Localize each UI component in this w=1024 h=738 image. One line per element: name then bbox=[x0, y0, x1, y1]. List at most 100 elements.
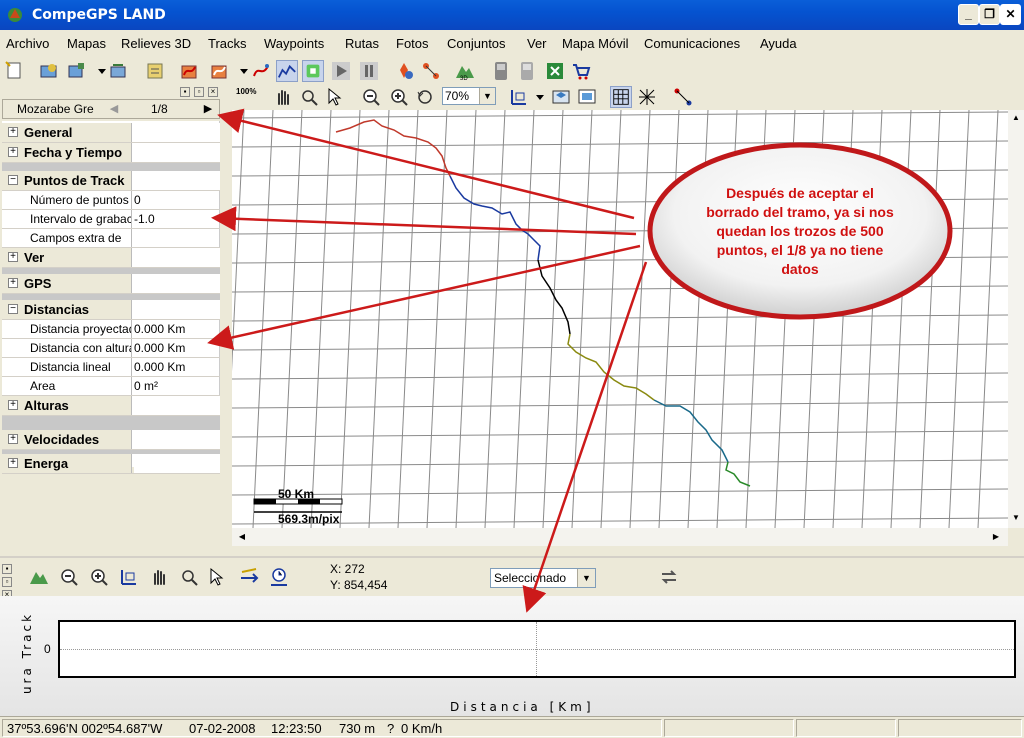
expand-icon[interactable]: + bbox=[8, 434, 18, 444]
menu-ayuda[interactable]: Ayuda bbox=[760, 36, 797, 51]
gps-icon[interactable] bbox=[490, 60, 512, 82]
zoom-out-icon[interactable] bbox=[360, 86, 382, 108]
property-category[interactable]: + Energa bbox=[2, 454, 220, 474]
minimize-button[interactable]: _ bbox=[958, 4, 979, 25]
expand-icon[interactable]: + bbox=[8, 252, 18, 262]
zoom-dropdown-arrow-icon[interactable]: ▼ bbox=[479, 88, 495, 104]
scroll-left-icon[interactable]: ◀ bbox=[234, 529, 250, 545]
selection-mode-select[interactable]: Seleccionado ▼ bbox=[490, 568, 596, 588]
property-value[interactable]: 0.000 Km bbox=[134, 339, 220, 357]
new-file-icon[interactable] bbox=[4, 60, 26, 82]
map-view[interactable]: 50 Km 569.3m/pix bbox=[223, 109, 1009, 554]
menu-fotos[interactable]: Fotos bbox=[396, 36, 429, 51]
property-category[interactable]: − Distancias bbox=[2, 300, 220, 320]
screen-capture-icon[interactable] bbox=[576, 86, 598, 108]
excel-export-icon[interactable] bbox=[544, 60, 566, 82]
play-icon[interactable] bbox=[330, 60, 352, 82]
profile-refresh-icon[interactable] bbox=[658, 566, 680, 588]
profile-3d-icon[interactable] bbox=[28, 566, 50, 588]
zoom-100-button[interactable]: 100% bbox=[236, 86, 258, 108]
expand-icon[interactable]: + bbox=[8, 400, 18, 410]
property-value[interactable]: -1.0 bbox=[134, 210, 220, 228]
gps-transfer-icon[interactable] bbox=[516, 60, 538, 82]
collapse-icon[interactable]: − bbox=[8, 175, 18, 185]
restore-button[interactable]: ❐ bbox=[979, 4, 1000, 25]
map-tools-icon[interactable] bbox=[66, 60, 88, 82]
coordinate-dropdown-icon[interactable] bbox=[530, 86, 552, 108]
profile-select-icon[interactable] bbox=[206, 566, 228, 588]
property-category[interactable]: + General bbox=[2, 123, 220, 143]
menu-archivo[interactable]: Archivo bbox=[6, 36, 49, 51]
profile-pin-icon[interactable]: ▪ bbox=[2, 564, 12, 574]
close-button[interactable]: ✕ bbox=[1000, 4, 1021, 25]
profile-time-icon[interactable] bbox=[268, 566, 290, 588]
expand-icon[interactable]: + bbox=[8, 127, 18, 137]
map-canvas[interactable]: 50 Km 569.3m/pix bbox=[223, 109, 1009, 554]
property-value[interactable]: 0.000 Km bbox=[134, 358, 220, 376]
property-row[interactable]: Intervalo de grabación-1.0 bbox=[2, 210, 220, 229]
map-properties-icon[interactable] bbox=[144, 60, 166, 82]
property-category[interactable]: + Ver bbox=[2, 248, 220, 268]
profile-zoom-out-icon[interactable] bbox=[58, 566, 80, 588]
zoom-in-icon[interactable] bbox=[388, 86, 410, 108]
map-horizontal-scrollbar[interactable]: ◀ ▶ bbox=[232, 528, 1008, 546]
profile-distance-icon[interactable] bbox=[238, 566, 260, 588]
zoom-select[interactable]: 70% ▼ bbox=[442, 87, 496, 105]
property-value[interactable]: 0 m² bbox=[134, 377, 220, 395]
profile-axis-icon[interactable] bbox=[118, 566, 140, 588]
profile-plot-area[interactable] bbox=[58, 620, 1016, 678]
selection-dropdown-arrow-icon[interactable]: ▼ bbox=[577, 569, 595, 587]
track-segment[interactable] bbox=[449, 175, 541, 261]
map-vertical-scrollbar[interactable]: ▲ ▼ bbox=[1008, 110, 1024, 528]
grid-toggle-icon[interactable] bbox=[610, 86, 632, 108]
menu-mapas[interactable]: Mapas bbox=[67, 36, 106, 51]
property-category[interactable]: − Puntos de Track bbox=[2, 171, 220, 191]
panel-close-icon[interactable]: × bbox=[208, 87, 218, 97]
track-new-icon[interactable] bbox=[208, 60, 230, 82]
utm-grid-icon[interactable] bbox=[636, 86, 658, 108]
menu-conjuntos[interactable]: Conjuntos bbox=[447, 36, 506, 51]
property-row[interactable]: Area 0 m² bbox=[2, 377, 220, 396]
property-category[interactable]: + Alturas bbox=[2, 396, 220, 416]
record-stop-icon[interactable] bbox=[302, 60, 324, 82]
expand-icon[interactable]: + bbox=[8, 147, 18, 157]
track-prev-button[interactable]: ◀ bbox=[105, 101, 123, 117]
track-next-button[interactable]: ▶ bbox=[199, 101, 217, 117]
track-segment[interactable] bbox=[537, 259, 571, 335]
measure-distance-icon[interactable] bbox=[672, 86, 694, 108]
scroll-up-icon[interactable]: ▲ bbox=[1008, 110, 1024, 126]
property-category[interactable]: + GPS bbox=[2, 274, 220, 294]
track-edit-icon[interactable] bbox=[250, 60, 272, 82]
relief-3d-icon[interactable]: 3D bbox=[454, 60, 476, 82]
open-map-icon[interactable] bbox=[38, 60, 60, 82]
layers-icon[interactable] bbox=[550, 86, 572, 108]
select-arrow-icon[interactable] bbox=[324, 86, 346, 108]
zoom-rotate-icon[interactable] bbox=[414, 86, 436, 108]
property-category[interactable]: + Velocidades bbox=[2, 430, 220, 450]
track-segment[interactable] bbox=[725, 461, 751, 487]
profile-pan-icon[interactable] bbox=[148, 566, 170, 588]
track-open-icon[interactable] bbox=[178, 60, 200, 82]
profile-zoom-area-icon[interactable] bbox=[178, 566, 200, 588]
menu-ver[interactable]: Ver bbox=[527, 36, 547, 51]
profile-zoom-in-icon[interactable] bbox=[88, 566, 110, 588]
property-row[interactable]: Campos extra de bbox=[2, 229, 220, 248]
property-value[interactable] bbox=[134, 229, 220, 247]
property-row[interactable]: Distancia lineal 0.000 Km bbox=[2, 358, 220, 377]
menu-waypoints[interactable]: Waypoints bbox=[264, 36, 324, 51]
property-row[interactable]: Distancia con altura 0.000 Km bbox=[2, 339, 220, 358]
collapse-icon[interactable]: − bbox=[8, 304, 18, 314]
panel-pin-icon[interactable]: ▪ bbox=[180, 87, 190, 97]
waypoint-icon[interactable] bbox=[394, 60, 416, 82]
map-layers-icon[interactable] bbox=[108, 60, 130, 82]
scroll-down-icon[interactable]: ▼ bbox=[1008, 510, 1024, 526]
property-row[interactable]: Número de puntos 0 bbox=[2, 191, 220, 210]
menu-tracks[interactable]: Tracks bbox=[208, 36, 247, 51]
panel-maximize-icon[interactable]: ▫ bbox=[194, 87, 204, 97]
shop-cart-icon[interactable] bbox=[570, 60, 592, 82]
menu-rutas[interactable]: Rutas bbox=[345, 36, 379, 51]
pause-icon[interactable] bbox=[358, 60, 380, 82]
profile-float-icon[interactable]: ▫ bbox=[2, 577, 12, 587]
expand-icon[interactable]: + bbox=[8, 278, 18, 288]
property-value[interactable]: 0.000 Km bbox=[134, 320, 220, 338]
